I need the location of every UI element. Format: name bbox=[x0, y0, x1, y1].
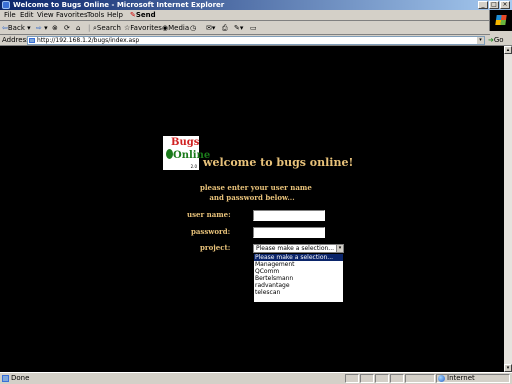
instructions-line-2: and password below... bbox=[209, 193, 295, 202]
mail-button[interactable]: ✉▾ bbox=[206, 23, 215, 33]
project-options-list: Please make a selection... Management QC… bbox=[253, 253, 344, 303]
favorites-button[interactable]: ☆Favorites bbox=[124, 23, 162, 33]
username-input[interactable] bbox=[253, 210, 325, 221]
search-button[interactable]: ⌕Search bbox=[93, 23, 121, 33]
search-label: Search bbox=[96, 24, 121, 32]
password-label: password: bbox=[191, 227, 231, 236]
window-title: Welcome to Bugs Online - Microsoft Inter… bbox=[13, 1, 225, 9]
scroll-down-icon[interactable]: ▾ bbox=[504, 364, 512, 372]
forward-arrow-icon: ⇨ bbox=[36, 24, 42, 32]
project-selected-value: Please make a selection... bbox=[256, 245, 335, 252]
ie-icon bbox=[2, 1, 10, 9]
print-button[interactable]: ⎙ bbox=[222, 23, 228, 33]
history-icon: ◷ bbox=[190, 24, 197, 32]
standard-toolbar: ⇦Back ▾ ⇨ ▾ ⊗ ⟳ ⌂ | ⌕Search ☆Favorites ◉… bbox=[0, 21, 490, 35]
history-button[interactable]: ◷ bbox=[190, 23, 196, 33]
media-button[interactable]: ◉Media bbox=[162, 23, 189, 33]
forward-button[interactable]: ⇨ ▾ bbox=[36, 23, 48, 33]
close-button[interactable]: × bbox=[500, 1, 510, 9]
media-label: Media bbox=[168, 24, 190, 32]
project-option[interactable]: QComm bbox=[254, 268, 343, 275]
print-icon: ⎙ bbox=[222, 24, 228, 32]
welcome-heading: welcome to bugs online! bbox=[203, 156, 354, 169]
logo-text-bugs: Bugs bbox=[171, 137, 200, 148]
home-icon: ⌂ bbox=[76, 24, 81, 32]
project-option[interactable]: Management bbox=[254, 261, 343, 268]
title-bar: Welcome to Bugs Online - Microsoft Inter… bbox=[0, 0, 512, 10]
refresh-button[interactable]: ⟳ bbox=[64, 23, 70, 33]
page-done-icon bbox=[2, 375, 9, 382]
back-label: Back bbox=[7, 24, 25, 32]
password-input[interactable] bbox=[253, 227, 325, 238]
back-dropdown-icon: ▾ bbox=[27, 24, 31, 32]
windows-logo-icon bbox=[489, 10, 512, 31]
address-label: Address bbox=[2, 36, 30, 44]
stop-icon: ⊗ bbox=[52, 24, 58, 32]
project-option[interactable]: Please make a selection... bbox=[254, 254, 343, 261]
favorites-label: Favorites bbox=[130, 24, 162, 32]
security-zone-label: Internet bbox=[447, 374, 475, 382]
address-bar: Address http://192.168.1.2/bugs/index.as… bbox=[0, 35, 512, 46]
stop-button[interactable]: ⊗ bbox=[52, 23, 58, 33]
status-bar: Done Internet bbox=[0, 372, 512, 384]
maximize-button[interactable]: □ bbox=[489, 1, 499, 9]
menu-file[interactable]: File bbox=[4, 11, 16, 20]
forward-dropdown-icon: ▾ bbox=[44, 24, 48, 32]
send-label: Send bbox=[135, 11, 156, 19]
project-option[interactable]: telescan bbox=[254, 289, 343, 296]
vertical-scrollbar[interactable]: ▴ ▾ bbox=[504, 46, 512, 372]
edit-icon: ✎▾ bbox=[234, 24, 244, 32]
refresh-icon: ⟳ bbox=[64, 24, 70, 32]
scroll-up-icon[interactable]: ▴ bbox=[504, 46, 512, 54]
go-label: Go bbox=[493, 36, 504, 44]
chevron-down-icon[interactable]: ▾ bbox=[336, 245, 343, 252]
menu-tools[interactable]: Tools bbox=[87, 11, 104, 20]
project-select[interactable]: Please make a selection... ▾ bbox=[253, 244, 344, 253]
send-button[interactable]: ✎Send bbox=[130, 11, 156, 20]
page-icon bbox=[29, 38, 35, 43]
menu-bar: File Edit View Favorites Tools Help ✎Sen… bbox=[0, 10, 512, 31]
internet-zone-globe-icon bbox=[438, 375, 445, 382]
home-button[interactable]: ⌂ bbox=[76, 23, 80, 33]
discuss-button[interactable]: ▭ bbox=[250, 23, 257, 33]
bug-icon bbox=[166, 149, 173, 159]
username-label: user name: bbox=[187, 210, 231, 219]
menu-view[interactable]: View bbox=[37, 11, 54, 20]
project-option[interactable]: radvantage bbox=[254, 282, 343, 289]
edit-button[interactable]: ✎▾ bbox=[234, 23, 243, 33]
back-button[interactable]: ⇦Back ▾ bbox=[2, 23, 31, 33]
minimize-button[interactable]: _ bbox=[478, 1, 488, 9]
address-url: http://192.168.1.2/bugs/index.asp bbox=[37, 37, 140, 44]
page-content: Bugs Online 2.0 welcome to bugs online! … bbox=[0, 46, 504, 372]
bugs-online-logo: Bugs Online 2.0 bbox=[163, 136, 210, 170]
mail-icon: ✉▾ bbox=[206, 24, 216, 32]
go-button[interactable]: ➜Go bbox=[488, 36, 504, 45]
logo-version: 2.0 bbox=[190, 164, 197, 169]
toolbar-separator: | bbox=[88, 24, 91, 32]
menu-favorites[interactable]: Favorites bbox=[56, 11, 88, 20]
menu-help[interactable]: Help bbox=[107, 11, 123, 20]
status-text: Done bbox=[11, 374, 30, 382]
address-dropdown-icon[interactable]: ▾ bbox=[477, 37, 484, 44]
project-option[interactable]: Bertelsmann bbox=[254, 275, 343, 282]
instructions-line-1: please enter your user name bbox=[200, 183, 312, 192]
project-label: project: bbox=[200, 243, 231, 252]
login-instructions: please enter your user name and password… bbox=[200, 183, 312, 203]
address-input[interactable]: http://192.168.1.2/bugs/index.asp ▾ bbox=[27, 36, 485, 45]
discuss-icon: ▭ bbox=[250, 24, 257, 32]
menu-edit[interactable]: Edit bbox=[20, 11, 34, 20]
